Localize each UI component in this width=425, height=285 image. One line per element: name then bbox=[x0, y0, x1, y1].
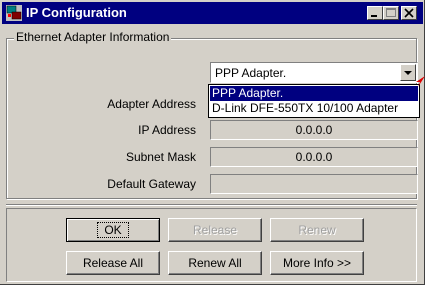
renew-button[interactable]: Renew bbox=[270, 218, 364, 242]
adapter-address-label: Adapter Address bbox=[107, 97, 196, 111]
ok-button-label: OK bbox=[97, 222, 129, 238]
ip-address-label: IP Address bbox=[138, 123, 196, 137]
separator bbox=[6, 204, 417, 206]
close-icon bbox=[404, 8, 414, 18]
dropdown-option-ppp[interactable]: PPP Adapter. bbox=[210, 86, 418, 101]
ip-config-window: IP Configuration Ethernet Adapter Inform… bbox=[0, 0, 425, 285]
more-info-button[interactable]: More Info >> bbox=[270, 251, 364, 275]
subnet-mask-label: Subnet Mask bbox=[125, 150, 196, 164]
renew-all-button[interactable]: Renew All bbox=[168, 251, 262, 275]
minimize-button[interactable] bbox=[367, 6, 383, 20]
release-all-button[interactable]: Release All bbox=[66, 251, 160, 275]
ok-button[interactable]: OK bbox=[66, 218, 160, 242]
mouse-pointer-icon bbox=[416, 76, 425, 87]
title-bar[interactable]: IP Configuration bbox=[2, 2, 423, 24]
dropdown-button[interactable] bbox=[400, 64, 416, 81]
release-button[interactable]: Release bbox=[168, 218, 262, 242]
maximize-icon bbox=[386, 8, 396, 17]
dropdown-option-dlink[interactable]: D-Link DFE-550TX 10/100 Adapter bbox=[210, 101, 418, 116]
group-title: Ethernet Adapter Information bbox=[14, 30, 172, 44]
adapter-dropdown-list: PPP Adapter. D-Link DFE-550TX 10/100 Ada… bbox=[208, 84, 420, 118]
ip-address-field: 0.0.0.0 bbox=[210, 120, 418, 140]
adapter-select[interactable]: PPP Adapter. bbox=[210, 62, 418, 83]
maximize-button[interactable] bbox=[383, 6, 399, 20]
minimize-icon bbox=[371, 15, 377, 17]
chevron-down-icon bbox=[404, 71, 412, 75]
subnet-mask-field: 0.0.0.0 bbox=[210, 147, 418, 167]
close-button[interactable] bbox=[401, 6, 417, 20]
default-gateway-label: Default Gateway bbox=[107, 177, 196, 191]
adapter-select-value: PPP Adapter. bbox=[215, 66, 287, 80]
network-config-icon bbox=[6, 5, 22, 21]
window-title: IP Configuration bbox=[26, 5, 127, 20]
default-gateway-field bbox=[210, 174, 418, 194]
